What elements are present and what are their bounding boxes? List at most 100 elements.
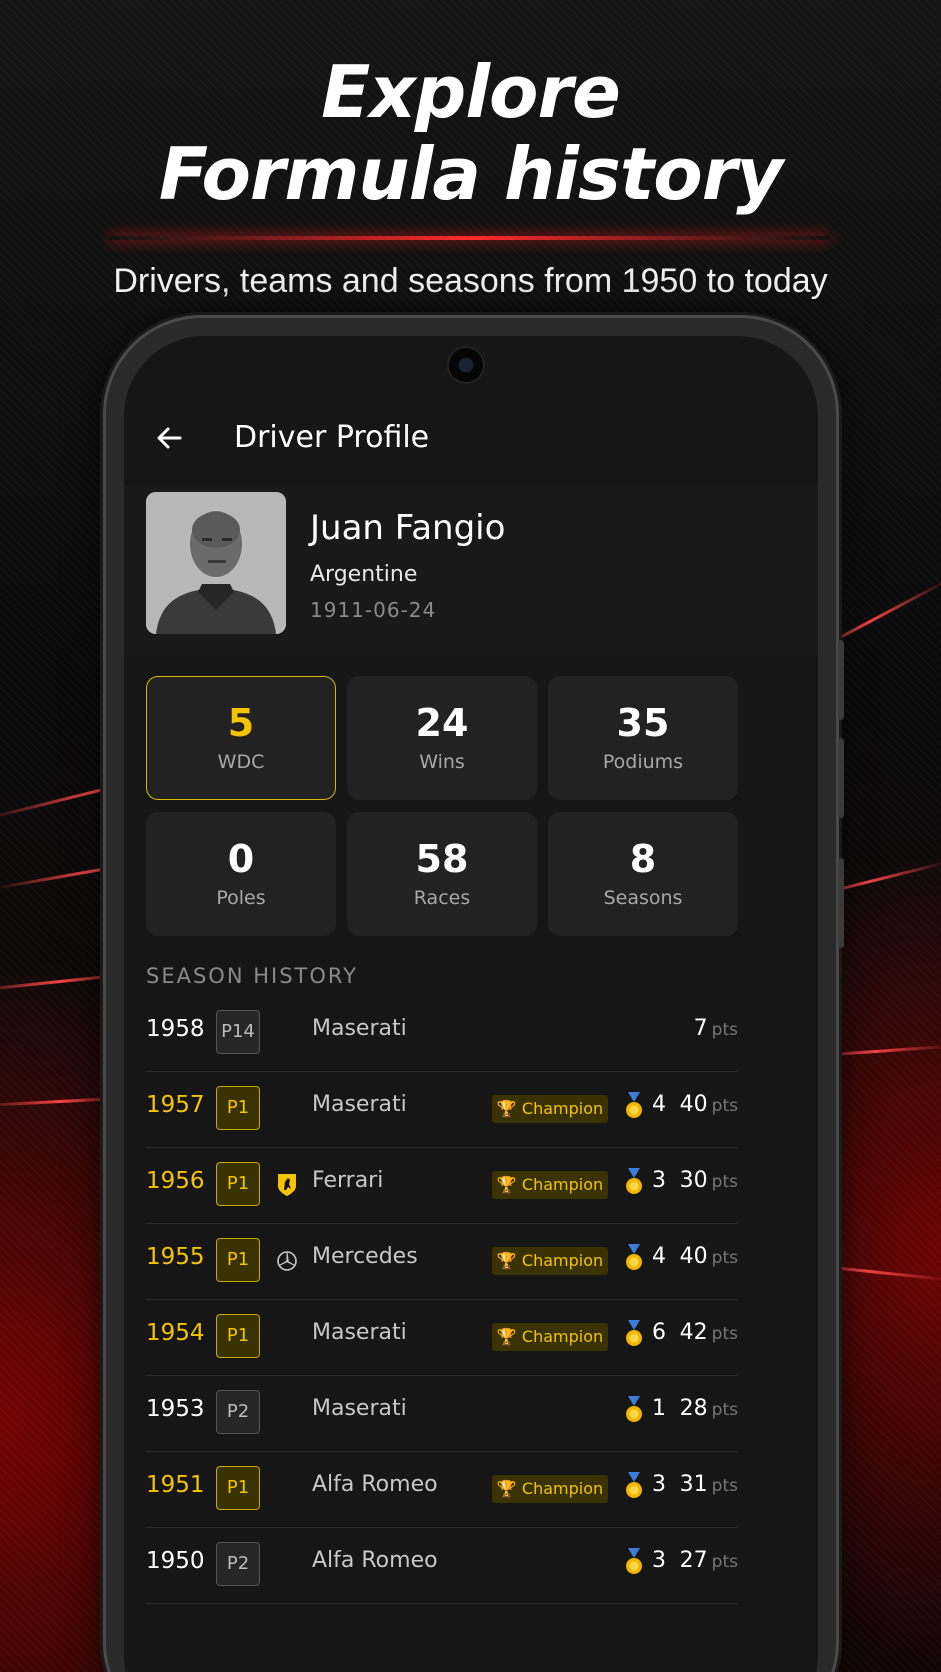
- trophy-icon: 🏆: [496, 1175, 517, 1194]
- champion-label: Champion: [521, 1099, 604, 1118]
- champion-label: Champion: [521, 1327, 604, 1346]
- stat-card-races: 58 Races: [347, 812, 537, 936]
- season-year: 1955: [146, 1244, 205, 1270]
- season-year: 1956: [146, 1168, 205, 1194]
- champion-badge: 🏆 Champion: [492, 1475, 608, 1503]
- back-arrow-icon[interactable]: [150, 418, 190, 458]
- medal-icon: [624, 1168, 644, 1196]
- stat-value: 8: [629, 837, 657, 881]
- medal-icon: [624, 1396, 644, 1424]
- trophy-icon: 🏆: [496, 1327, 517, 1346]
- hero-title-line2: Formula history: [158, 132, 783, 216]
- driver-header: Juan Fangio Argentine 1911-06-24: [124, 486, 818, 656]
- team-name: Mercedes: [312, 1244, 418, 1269]
- mercedes-star-icon: [276, 1248, 298, 1274]
- position-badge: P1: [216, 1238, 260, 1282]
- driver-photo: [146, 492, 286, 634]
- podium-count: 4: [652, 1244, 666, 1269]
- stat-label: Poles: [216, 887, 266, 909]
- position-badge: P2: [216, 1390, 260, 1434]
- champion-badge: 🏆 Champion: [492, 1095, 608, 1123]
- podium-count: 3: [652, 1548, 666, 1573]
- season-points: 30 pts: [680, 1168, 738, 1193]
- points-value: 28: [679, 1396, 708, 1421]
- trophy-icon: 🏆: [496, 1251, 517, 1270]
- season-year: 1953: [146, 1396, 205, 1422]
- points-value: 30: [679, 1168, 708, 1193]
- stat-card-poles: 0 Poles: [146, 812, 336, 936]
- season-row[interactable]: 1957 P1 Maserati 🏆 Champion 4 40 pts: [146, 1072, 738, 1148]
- points-value: 7: [693, 1016, 708, 1041]
- ferrari-horse-icon: [276, 1172, 298, 1198]
- team-name: Maserati: [312, 1396, 407, 1421]
- hero-title-line1: Explore: [321, 50, 621, 134]
- section-title-season-history: SEASON HISTORY: [146, 964, 358, 988]
- season-row[interactable]: 1955 P1 Mercedes 🏆 Champion 4 40 pts: [146, 1224, 738, 1300]
- stat-label: Races: [413, 887, 471, 909]
- champion-label: Champion: [521, 1251, 604, 1270]
- season-row[interactable]: 1954 P1 Maserati 🏆 Champion 6 42 pts: [146, 1300, 738, 1376]
- champion-label: Champion: [521, 1175, 604, 1194]
- points-unit: pts: [711, 1400, 738, 1420]
- points-unit: pts: [711, 1096, 738, 1116]
- stat-card-wdc: 5 WDC: [146, 676, 336, 800]
- season-year: 1951: [146, 1472, 205, 1498]
- points-value: 40: [679, 1092, 708, 1117]
- stat-value: 35: [616, 701, 670, 745]
- stat-card-podiums: 35 Podiums: [548, 676, 738, 800]
- champion-badge: 🏆 Champion: [492, 1171, 608, 1199]
- driver-birthdate: 1911-06-24: [310, 598, 437, 622]
- medal-icon: [624, 1244, 644, 1272]
- team-name: Alfa Romeo: [312, 1472, 438, 1497]
- podium-count: 1: [652, 1396, 666, 1421]
- stat-card-seasons: 8 Seasons: [548, 812, 738, 936]
- position-badge: P1: [216, 1162, 260, 1206]
- medal-icon: [624, 1092, 644, 1120]
- points-value: 42: [679, 1320, 708, 1345]
- season-points: 27 pts: [680, 1548, 738, 1573]
- stat-value: 24: [415, 701, 469, 745]
- season-points: 31 pts: [680, 1472, 738, 1497]
- season-row[interactable]: 1953 P2 Maserati 1 28 pts: [146, 1376, 738, 1452]
- stat-label: Seasons: [603, 887, 683, 909]
- points-unit: pts: [711, 1324, 738, 1344]
- points-value: 27: [679, 1548, 708, 1573]
- champion-badge: 🏆 Champion: [492, 1323, 608, 1351]
- points-unit: pts: [711, 1248, 738, 1268]
- stat-label: WDC: [217, 751, 265, 773]
- season-points: 40 pts: [680, 1244, 738, 1269]
- stat-value: 5: [227, 701, 255, 745]
- team-name: Maserati: [312, 1320, 407, 1345]
- position-badge: P14: [216, 1010, 260, 1054]
- champion-badge: 🏆 Champion: [492, 1247, 608, 1275]
- position-badge: P1: [216, 1466, 260, 1510]
- season-points: 28 pts: [680, 1396, 738, 1421]
- trophy-icon: 🏆: [496, 1099, 517, 1118]
- page-title: Driver Profile: [234, 420, 430, 455]
- power-button: [838, 858, 844, 948]
- season-points: 42 pts: [680, 1320, 738, 1345]
- team-name: Maserati: [312, 1092, 407, 1117]
- position-badge: P1: [216, 1086, 260, 1130]
- season-year: 1954: [146, 1320, 205, 1346]
- position-badge: P2: [216, 1542, 260, 1586]
- points-value: 31: [679, 1472, 708, 1497]
- season-row[interactable]: 1956 P1 Ferrari 🏆 Champion 3 30 pts: [146, 1148, 738, 1224]
- season-row[interactable]: 1951 P1 Alfa Romeo 🏆 Champion 3 31 pts: [146, 1452, 738, 1528]
- stat-label: Wins: [419, 751, 465, 773]
- points-unit: pts: [711, 1552, 738, 1572]
- season-row[interactable]: 1958 P14 Maserati 7 pts: [146, 996, 738, 1072]
- points-unit: pts: [711, 1476, 738, 1496]
- podium-count: 6: [652, 1320, 666, 1345]
- podium-count: 4: [652, 1092, 666, 1117]
- hero-subtitle: Drivers, teams and seasons from 1950 to …: [113, 262, 828, 300]
- app-bar: Driver Profile: [124, 396, 818, 486]
- hero-divider: [110, 236, 830, 240]
- stat-value: 58: [415, 837, 469, 881]
- stat-label: Podiums: [602, 751, 684, 773]
- season-row[interactable]: 1950 P2 Alfa Romeo 3 27 pts: [146, 1528, 738, 1604]
- stat-value: 0: [227, 837, 255, 881]
- points-unit: pts: [711, 1020, 738, 1040]
- team-name: Ferrari: [312, 1168, 384, 1193]
- season-year: 1950: [146, 1548, 205, 1574]
